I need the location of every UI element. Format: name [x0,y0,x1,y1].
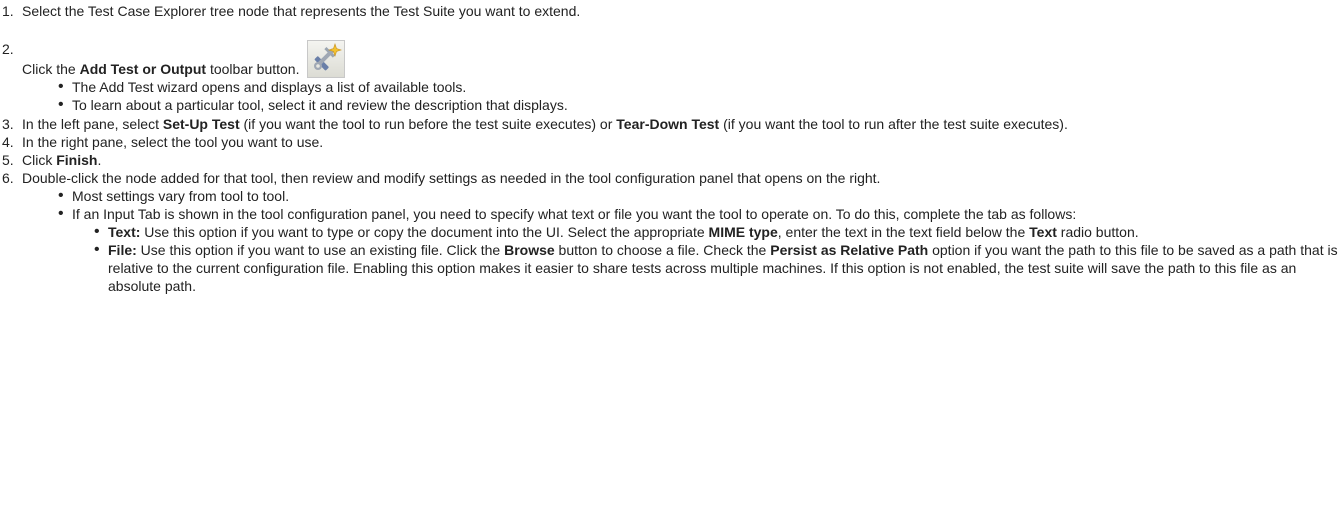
step-5: 5. Click Finish. [0,151,1343,169]
option-label: File: [108,242,137,258]
step-bold-label: Add Test or Output [79,61,207,77]
input-tab-options: Text: Use this option if you want to typ… [72,223,1343,295]
option-text: , enter the text in the text field below… [777,224,1030,240]
option-bold: Persist as Relative Path [770,242,929,258]
option-text: button to choose a file. Check the [554,242,771,258]
step-number: 5. [2,152,14,168]
step-6: 6. Double-click the node added for that … [0,169,1343,295]
step-text-pre: Click the [22,61,80,77]
step-text-pre: Click [22,152,57,168]
list-item: Most settings vary from tool to tool. [0,187,1343,205]
step-text-post: (if you want the tool to run after the t… [719,116,1068,132]
option-text: Use this option if you want to type or c… [140,224,709,240]
step-number: 1. [2,3,14,19]
option-text: Use this option if you want to use an ex… [136,242,505,258]
option-text: radio button. [1056,224,1139,240]
step-4: 4. In the right pane, select the tool yo… [0,133,1343,151]
option-label: Text: [108,224,141,240]
step-text-post: . [97,152,102,168]
step-text-pre: In the left pane, select [22,116,163,132]
step-number: 3. [2,116,14,132]
list-item: To learn about a particular tool, select… [0,96,1343,114]
step-6-bullets: Most settings vary from tool to tool. If… [0,187,1343,295]
steps-list: 1. Select the Test Case Explorer tree no… [0,2,1343,295]
option-bold: Text [1029,224,1057,240]
step-text: In the right pane, select the tool you w… [22,134,324,150]
step-2-bullets: The Add Test wizard opens and displays a… [0,78,1343,114]
add-test-toolbar-icon [307,40,346,78]
step-bold-label: Tear-Down Test [616,116,720,132]
step-1: 1. Select the Test Case Explorer tree no… [0,2,1343,20]
step-number: 2. [2,41,14,57]
list-item-text-option: Text: Use this option if you want to typ… [72,223,1343,241]
step-text-post: toolbar button. [206,61,300,77]
step-text-mid: (if you want the tool to run before the … [239,116,617,132]
instructions-document: 1. Select the Test Case Explorer tree no… [0,0,1343,295]
step-bold-label: Set-Up Test [162,116,240,132]
list-item: If an Input Tab is shown in the tool con… [0,205,1343,295]
step-3: 3. In the left pane, select Set-Up Test … [0,115,1343,133]
step-2: 2. Click the Add Test or Output toolbar … [0,40,1343,114]
list-item: The Add Test wizard opens and displays a… [0,78,1343,96]
step-number: 4. [2,134,14,150]
option-bold: Browse [504,242,555,258]
step-number: 6. [2,170,14,186]
step-text: Double-click the node added for that too… [22,170,881,186]
list-item-file-option: File: Use this option if you want to use… [72,241,1343,295]
option-bold: MIME type [708,224,778,240]
step-text: Select the Test Case Explorer tree node … [22,3,581,19]
input-tab-instructions: If an Input Tab is shown in the tool con… [72,206,1077,222]
step-bold-label: Finish [56,152,98,168]
